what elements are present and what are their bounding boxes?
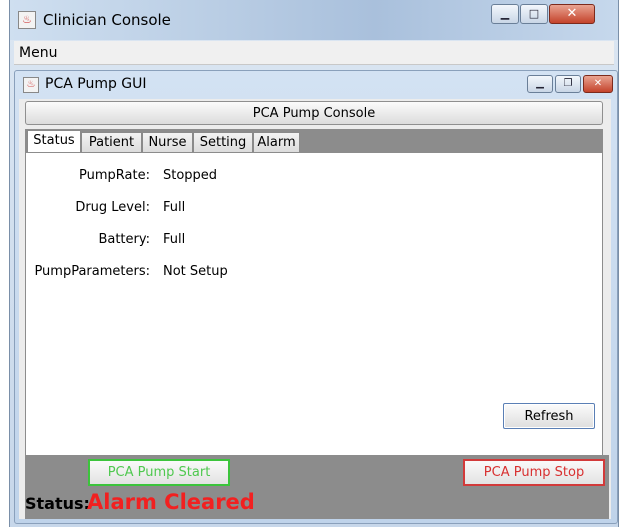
pca-pump-console-button[interactable]: PCA Pump Console bbox=[25, 101, 603, 125]
inner-minimize-button[interactable]: ▁ bbox=[527, 75, 553, 93]
tab-setting[interactable]: Setting bbox=[193, 132, 253, 152]
window-controls: ▁ □ ✕ bbox=[490, 4, 595, 24]
inner-close-button[interactable]: ✕ bbox=[583, 75, 613, 93]
battery-label: Battery: bbox=[98, 232, 150, 247]
minimize-icon: ▁ bbox=[536, 78, 544, 89]
title-bar[interactable]: ♨ Clinician Console ▁ □ ✕ bbox=[10, 0, 618, 40]
pca-pump-start-button[interactable]: PCA Pump Start bbox=[88, 459, 230, 486]
tab-alarm[interactable]: Alarm bbox=[253, 132, 300, 152]
close-icon: ✕ bbox=[593, 78, 603, 89]
inner-window-title: PCA Pump GUI bbox=[45, 76, 147, 92]
pca-pump-gui-window: ♨ PCA Pump GUI ▁ ❐ ✕ PCA Pump Console St… bbox=[14, 70, 618, 524]
refresh-button[interactable]: Refresh bbox=[503, 403, 595, 429]
pump-rate-value: Stopped bbox=[163, 168, 218, 183]
content-pane: PCA Pump Console Status Patient Nurse Se… bbox=[19, 99, 611, 519]
drug-level-value: Full bbox=[163, 200, 186, 215]
tab-strip: Status Patient Nurse Setting Alarm bbox=[25, 129, 603, 153]
control-bar: PCA Pump Start PCA Pump Stop Status: Ala… bbox=[25, 455, 609, 519]
clinician-console-window: ♨ Clinician Console ▁ □ ✕ Menu ♨ PCA Pum… bbox=[9, 0, 619, 527]
tab-patient[interactable]: Patient bbox=[81, 132, 142, 152]
minimize-icon: ▁ bbox=[500, 7, 510, 20]
restore-icon: ❐ bbox=[563, 78, 573, 89]
battery-value: Full bbox=[163, 232, 186, 247]
drug-level-label: Drug Level: bbox=[75, 200, 150, 215]
pump-parameters-label: PumpParameters: bbox=[34, 264, 150, 279]
maximize-button[interactable]: □ bbox=[520, 4, 548, 24]
pump-parameters-value: Not Setup bbox=[163, 264, 228, 279]
minimize-button[interactable]: ▁ bbox=[491, 4, 519, 24]
java-app-icon: ♨ bbox=[18, 11, 36, 29]
menu-item-menu[interactable]: Menu bbox=[19, 45, 57, 61]
maximize-icon: □ bbox=[528, 7, 540, 20]
status-label: Status: bbox=[25, 494, 90, 513]
inner-window-controls: ▁ ❐ ✕ bbox=[525, 75, 613, 93]
tab-nurse[interactable]: Nurse bbox=[142, 132, 193, 152]
java-app-icon: ♨ bbox=[23, 77, 39, 93]
window-title: Clinician Console bbox=[43, 11, 171, 29]
close-icon: ✕ bbox=[566, 6, 578, 21]
status-value: Alarm Cleared bbox=[87, 490, 255, 514]
pca-pump-stop-button[interactable]: PCA Pump Stop bbox=[463, 459, 605, 486]
inner-title-bar[interactable]: ♨ PCA Pump GUI ▁ ❐ ✕ bbox=[15, 71, 617, 97]
status-panel: PumpRate: Stopped Drug Level: Full Batte… bbox=[25, 152, 603, 456]
pump-rate-label: PumpRate: bbox=[79, 168, 150, 183]
inner-restore-button[interactable]: ❐ bbox=[555, 75, 581, 93]
menu-bar: Menu bbox=[14, 41, 614, 65]
close-button[interactable]: ✕ bbox=[549, 4, 595, 24]
tab-status[interactable]: Status bbox=[27, 130, 81, 153]
